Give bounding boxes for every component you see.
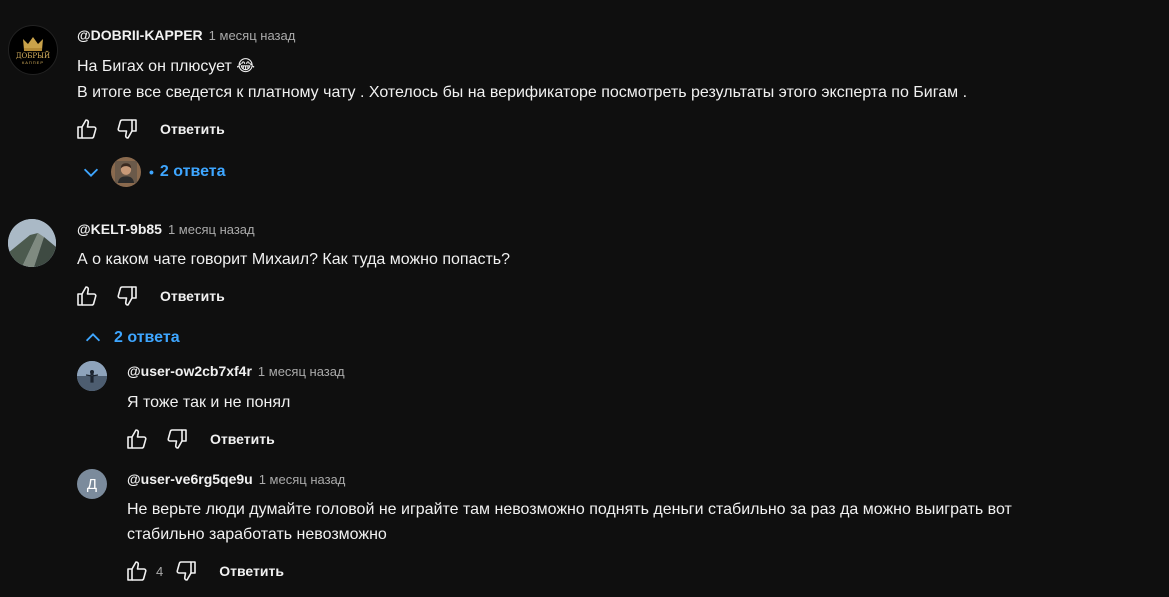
landscape-photo-icon [8, 219, 56, 267]
reply-author[interactable]: @user-ow2cb7xf4r 1 месяц назад [127, 363, 345, 379]
crown-icon [23, 36, 43, 51]
author-name[interactable]: @KELT-9b85 [77, 221, 162, 237]
person-photo-icon [115, 161, 137, 183]
thumbs-up-icon [77, 286, 97, 306]
dislike-button[interactable] [114, 283, 140, 309]
dislike-button[interactable] [173, 558, 199, 584]
show-replies-toggle[interactable]: • 2 ответа [80, 157, 226, 187]
avatar[interactable] [8, 219, 56, 267]
reply-actions: 4 Ответить [124, 558, 284, 584]
reply-text-line: стабильно заработать невозможно [127, 526, 387, 543]
chevron-up-icon [85, 333, 101, 342]
comment-actions: Ответить [74, 116, 225, 142]
comment-text-line: А о каком чате говорит Михаил? Как туда … [77, 251, 511, 268]
comment-author[interactable]: @DOBRII-KAPPER 1 месяц назад [77, 27, 295, 43]
author-name[interactable]: @user-ve6rg5qe9u [127, 471, 253, 487]
thumbs-down-icon [167, 429, 187, 449]
reply-button[interactable]: Ответить [210, 431, 275, 447]
bullet-separator: • [149, 164, 154, 180]
avatar[interactable] [77, 361, 107, 391]
comment-time[interactable]: 1 месяц назад [168, 222, 255, 237]
author-name[interactable]: @DOBRII-KAPPER [77, 27, 203, 43]
reply-button[interactable]: Ответить [160, 288, 225, 304]
thumbs-up-icon [127, 429, 147, 449]
reply-text-line: Не верьте люди думайте головой не играйт… [127, 501, 1012, 518]
hide-replies-toggle[interactable]: 2 ответа [82, 327, 180, 349]
thumbs-down-icon [176, 561, 197, 581]
comment-author[interactable]: @KELT-9b85 1 месяц назад [77, 221, 255, 237]
avatar-letter: Д [86, 475, 98, 493]
reply-author[interactable]: @user-ve6rg5qe9u 1 месяц назад [127, 471, 345, 487]
like-count: 4 [156, 563, 164, 579]
avatar-logo-text: ДОБРЫЙ [15, 51, 51, 60]
replies-count[interactable]: 2 ответа [114, 329, 180, 347]
comment-time[interactable]: 1 месяц назад [209, 28, 296, 43]
thumbs-down-icon [117, 119, 137, 139]
reply-text-line: Я тоже так и не понял [127, 394, 291, 411]
reply-time[interactable]: 1 месяц назад [258, 364, 345, 379]
chevron-down-icon [83, 168, 99, 177]
reply-actions: Ответить [124, 426, 275, 452]
like-button[interactable] [124, 426, 150, 452]
thumbs-up-icon [127, 561, 147, 581]
avatar[interactable]: Д [77, 469, 107, 499]
reply-author-avatar [111, 157, 141, 187]
reply-button[interactable]: Ответить [219, 563, 284, 579]
silhouette-photo-icon [77, 361, 107, 391]
comment-text-line: На Бигах он плюсует 😂 [77, 58, 255, 75]
author-name[interactable]: @user-ow2cb7xf4r [127, 363, 252, 379]
like-button[interactable] [74, 116, 100, 142]
dislike-button[interactable] [114, 116, 140, 142]
like-button[interactable] [74, 283, 100, 309]
reply-button[interactable]: Ответить [160, 121, 225, 137]
comment-actions: Ответить [74, 283, 225, 309]
thumbs-up-icon [77, 119, 97, 139]
avatar-logo-subtext: КАППЕР [21, 59, 45, 65]
like-button[interactable] [124, 558, 150, 584]
comment-text-line: В итоге все сведется к платному чату . Х… [77, 84, 968, 101]
avatar[interactable]: ДОБРЫЙ КАППЕР [8, 25, 58, 75]
thumbs-down-icon [117, 286, 137, 306]
replies-count[interactable]: 2 ответа [160, 163, 226, 181]
reply-time[interactable]: 1 месяц назад [259, 472, 346, 487]
dislike-button[interactable] [164, 426, 190, 452]
